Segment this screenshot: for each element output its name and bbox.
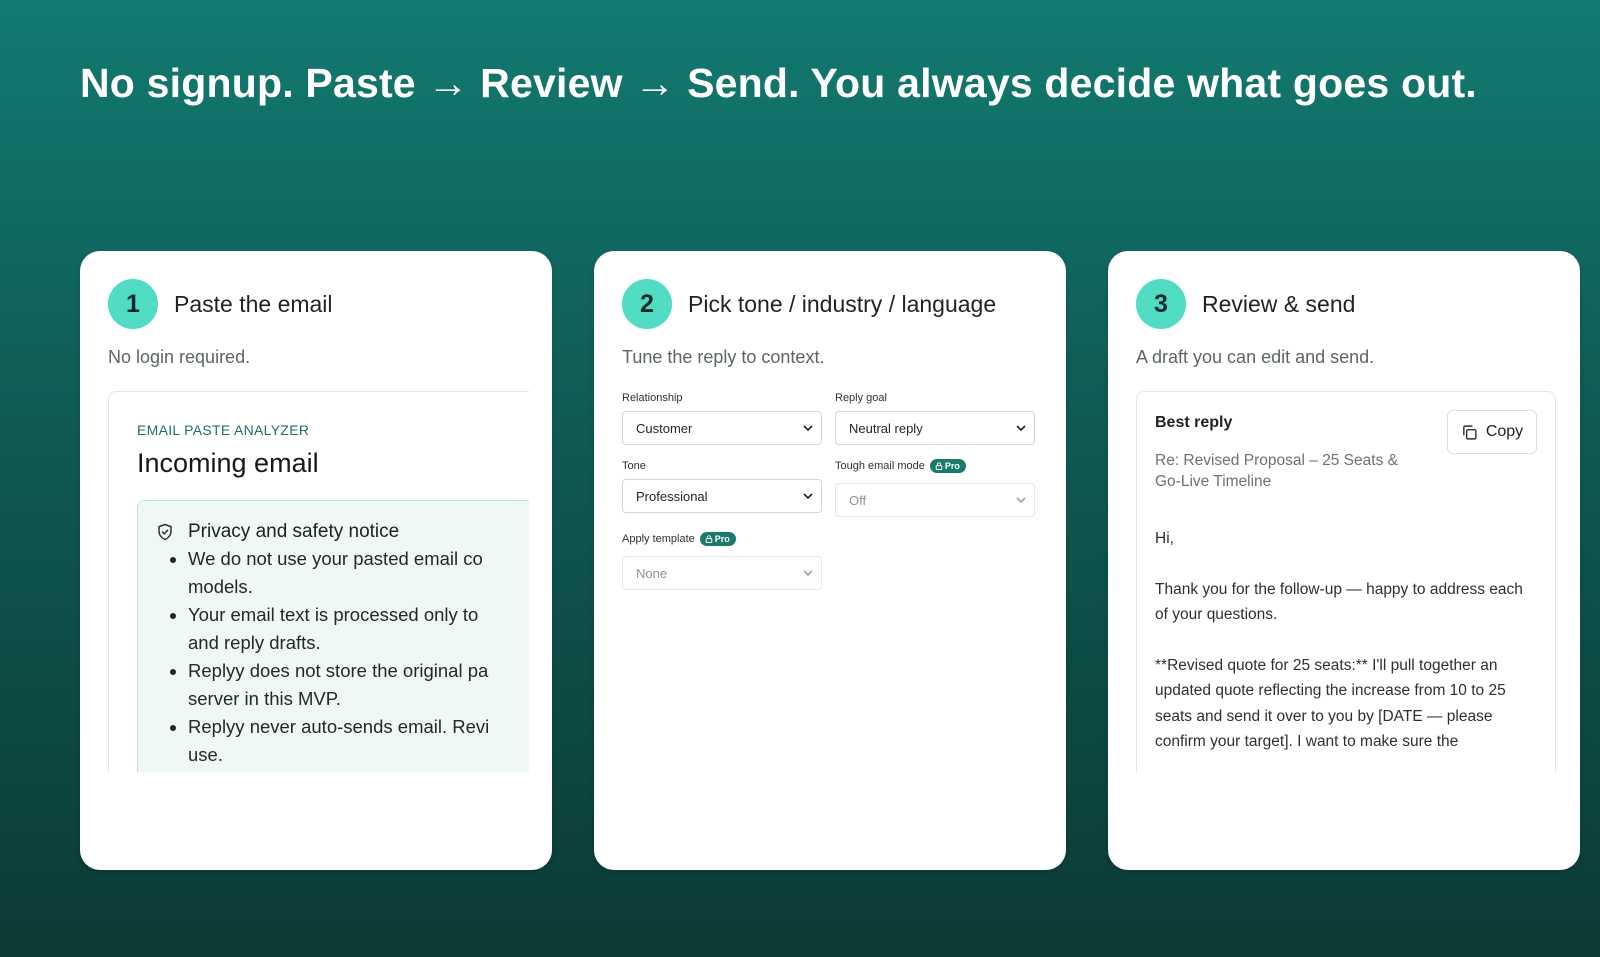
page-headline: No signup. Paste → Review → Send. You al… [80,60,1477,106]
list-item: We do not use your pasted email comodels… [188,545,529,601]
template-label: Apply template Pro [622,532,736,546]
chevron-down-icon [1016,425,1026,432]
best-reply-label: Best reply [1155,414,1233,431]
step-title: Pick tone / industry / language [688,290,997,317]
step-title: Review & send [1202,290,1356,317]
chevron-down-icon [803,570,813,577]
lock-icon [935,462,943,470]
shield-check-icon [158,523,172,541]
panel-kicker: EMAIL PASTE ANALYZER [137,422,310,438]
pro-badge: Pro [699,532,736,546]
list-item: Replyy never auto-sends email. Reviuse. [188,713,529,769]
reply-paragraph: Hi, [1155,530,1174,547]
step-header: 2 Pick tone / industry / language [622,279,996,329]
notice-list: We do not use your pasted email comodels… [168,545,529,769]
copy-button[interactable]: Copy [1447,410,1537,454]
reply-paragraph: Thank you for the follow-up — happy to a… [1155,580,1523,624]
reply-goal-select[interactable]: Neutral reply [835,411,1035,445]
chevron-down-icon [803,425,813,432]
step-number-badge: 1 [108,279,158,329]
list-item: Your email text is processed only toand … [188,601,529,657]
reply-body[interactable]: Hi, Thank you for the follow-up — happy … [1155,526,1533,772]
reply-paragraph: **Revised quote for 25 seats:** I'll pul… [1155,656,1506,751]
copy-icon [1462,424,1477,440]
tone-label: Tone [622,460,646,472]
tone-select[interactable]: Professional [622,479,822,513]
chevron-down-icon [803,493,813,500]
step-header: 3 Review & send [1136,279,1355,329]
reply-goal-label: Reply goal [835,392,887,404]
notice-title: Privacy and safety notice [188,521,400,542]
email-paste-panel: EMAIL PASTE ANALYZER Incoming email Priv… [108,391,529,772]
list-item: Replyy does not store the original paser… [188,657,529,713]
tough-mode-select[interactable]: Off [835,483,1035,517]
panel-title: Incoming email [137,448,319,478]
step-subtitle: No login required. [108,347,251,367]
notice-header: Privacy and safety notice [156,521,399,543]
step-number-badge: 3 [1136,279,1186,329]
step-title: Paste the email [174,290,333,317]
step-header: 1 Paste the email [108,279,333,329]
chevron-down-icon [1016,497,1026,504]
step-number-badge: 2 [622,279,672,329]
relationship-select[interactable]: Customer [622,411,822,445]
step-subtitle: Tune the reply to context. [622,347,825,367]
step-card-paste: 1 Paste the email No login required. EMA… [80,251,552,870]
reply-draft-panel: Best reply Copy Re: Revised Proposal – 2… [1136,391,1556,772]
pro-badge: Pro [929,459,966,473]
lock-icon [705,535,713,543]
privacy-notice: Privacy and safety notice We do not use … [137,500,529,772]
relationship-label: Relationship [622,392,683,404]
template-select[interactable]: None [622,556,822,590]
step-card-review: 3 Review & send A draft you can edit and… [1108,251,1580,870]
step-subtitle: A draft you can edit and send. [1136,347,1375,367]
step-card-options: 2 Pick tone / industry / language Tune t… [594,251,1066,870]
reply-subject: Re: Revised Proposal – 25 Seats & Go-Liv… [1155,452,1398,490]
tough-mode-label: Tough email mode Pro [835,459,966,473]
